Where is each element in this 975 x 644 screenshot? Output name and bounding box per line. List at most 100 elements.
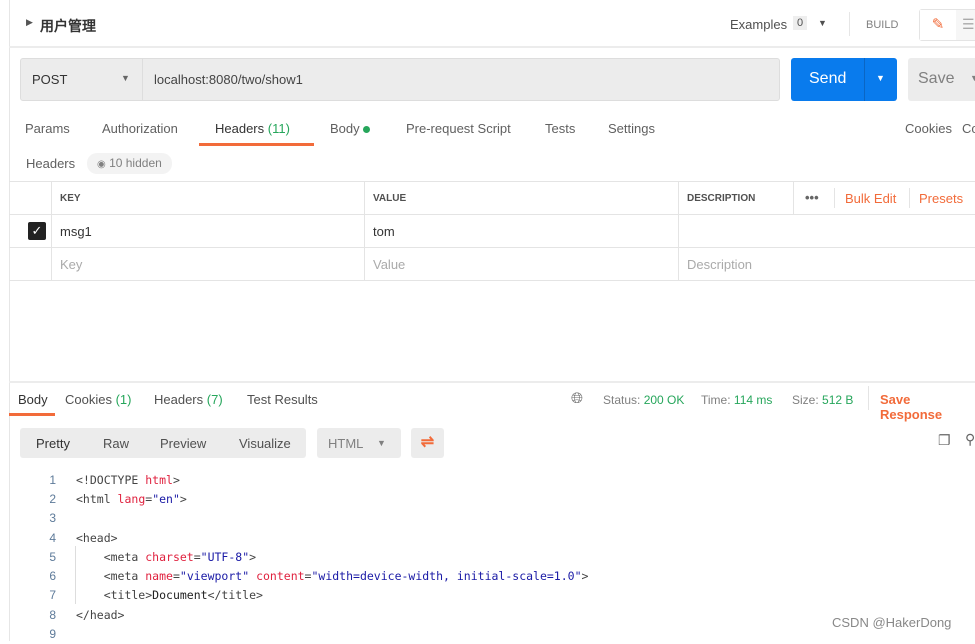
time-value: 114 ms xyxy=(733,393,773,407)
copy-icon[interactable]: ❐ xyxy=(938,432,951,449)
code-token: Document xyxy=(152,588,208,603)
examples-dropdown-icon[interactable]: ▼ xyxy=(818,18,827,28)
label: Cookies xyxy=(65,392,112,407)
code-token: name xyxy=(145,569,173,584)
tab-params[interactable]: Params xyxy=(25,121,70,136)
status-info: Status: 200 OK xyxy=(603,393,684,407)
collection-title[interactable]: 用户管理 xyxy=(40,16,96,36)
key-cell[interactable]: msg1 xyxy=(52,215,365,247)
row-checkbox[interactable]: ✓ xyxy=(9,215,52,247)
save-dropdown-icon[interactable]: ▼ xyxy=(970,73,975,83)
tab-body-label: Body xyxy=(330,121,360,136)
tab-headers[interactable]: Headers (11) xyxy=(215,121,290,136)
build-label[interactable]: BUILD xyxy=(866,19,898,31)
time-info: Time: 114 ms xyxy=(701,393,772,407)
tab-headers-label: Headers xyxy=(215,121,265,136)
key-placeholder[interactable]: Key xyxy=(52,248,365,280)
code-link[interactable]: Co xyxy=(962,121,975,136)
size-value: 512 B xyxy=(822,393,854,407)
more-icon[interactable]: ••• xyxy=(805,190,819,205)
view-visualize[interactable]: Visualize xyxy=(239,436,291,451)
line-number: 5 xyxy=(49,549,56,564)
view-raw[interactable]: Raw xyxy=(103,436,129,451)
pencil-icon[interactable]: ✎ xyxy=(920,10,956,40)
code-token: "UTF-8" xyxy=(200,549,250,564)
headers-section-label: Headers xyxy=(26,156,76,171)
format-select[interactable]: HTML ▼ xyxy=(317,428,401,458)
response-tab-cookies[interactable]: Cookies (1) xyxy=(65,392,131,407)
size-info: Size: 512 B xyxy=(792,393,853,407)
code-line: 7 <title> Document </title> xyxy=(20,586,588,605)
tab-headers-count: (11) xyxy=(267,121,290,136)
mode-toggle[interactable]: ✎ ☰ xyxy=(919,9,975,41)
value-cell[interactable]: tom xyxy=(365,215,679,247)
code-line: 8 </head> xyxy=(20,605,588,624)
response-tab-body[interactable]: Body xyxy=(18,392,48,407)
code-token: lang xyxy=(117,491,146,506)
send-dropdown-icon[interactable]: ▼ xyxy=(876,73,885,83)
examples-count: 0 xyxy=(793,16,808,30)
tab-authorization[interactable]: Authorization xyxy=(102,121,178,136)
code-token: = xyxy=(193,549,201,564)
wrap-lines-icon[interactable]: ⇌ xyxy=(411,428,444,458)
code-token: <title> xyxy=(76,588,153,603)
line-number: 4 xyxy=(49,530,56,545)
description-cell[interactable] xyxy=(679,215,975,247)
search-icon[interactable]: ⚲ xyxy=(965,431,975,448)
code-token: <head> xyxy=(76,530,118,545)
response-tab-test-results[interactable]: Test Results xyxy=(247,392,318,407)
bulk-edit-link[interactable]: Bulk Edit xyxy=(845,191,896,206)
label: Headers xyxy=(154,392,204,407)
code-token: html xyxy=(145,472,173,487)
line-number: 8 xyxy=(49,607,56,622)
tab-settings[interactable]: Settings xyxy=(608,121,655,136)
view-mode-group: Pretty Raw Preview Visualize xyxy=(20,428,306,458)
line-number: 7 xyxy=(49,588,56,603)
comment-icon[interactable]: ☰ xyxy=(962,16,975,33)
view-pretty[interactable]: Pretty xyxy=(36,436,70,451)
caret-right-icon[interactable]: ▶ xyxy=(26,17,33,28)
status-label: Status: xyxy=(603,393,641,407)
code-token: <meta xyxy=(76,569,146,584)
url-input[interactable]: localhost:8080/two/show1 xyxy=(154,72,303,87)
code-token: </title> xyxy=(207,588,263,603)
code-token: "en" xyxy=(152,491,180,506)
column-value: VALUE xyxy=(365,182,679,214)
code-line: 2 <html lang = "en" > xyxy=(20,489,588,508)
chevron-down-icon: ▼ xyxy=(121,73,130,83)
line-number: 2 xyxy=(49,491,56,506)
tab-body[interactable]: Body xyxy=(330,121,371,136)
watermark: CSDN @HakerDong xyxy=(832,615,952,630)
code-token: > xyxy=(581,569,589,584)
line-number: 9 xyxy=(49,627,56,642)
response-tab-headers[interactable]: Headers (7) xyxy=(154,392,223,407)
code-token: <meta xyxy=(76,549,146,564)
line-number: 3 xyxy=(49,511,56,526)
response-body-code[interactable]: 1 < !DOCTYPE html >2 <html lang = "en" >3 4 <head… xyxy=(20,470,588,644)
examples-label[interactable]: Examples xyxy=(730,17,787,32)
hidden-headers-toggle[interactable]: ◉ 10 hidden xyxy=(87,153,172,174)
code-line: 3 xyxy=(20,509,588,528)
value-placeholder[interactable]: Value xyxy=(365,248,679,280)
globe-icon[interactable]: 🌐︎ xyxy=(571,390,583,407)
cookies-link[interactable]: Cookies xyxy=(905,121,952,136)
size-label: Size: xyxy=(792,393,819,407)
code-token: !DOCTYPE xyxy=(82,472,146,487)
presets-link[interactable]: Presets xyxy=(919,191,963,206)
tab-pre-request-script[interactable]: Pre-request Script xyxy=(406,121,511,136)
view-preview[interactable]: Preview xyxy=(160,436,206,451)
send-button[interactable]: Send ▼ xyxy=(791,58,897,101)
chevron-down-icon: ▼ xyxy=(377,438,386,448)
code-token: > xyxy=(249,549,257,564)
column-description: DESCRIPTION xyxy=(679,182,794,214)
pane-divider[interactable] xyxy=(9,381,975,383)
method-select[interactable]: POST ▼ xyxy=(21,59,143,100)
code-line: 4 <head> xyxy=(20,528,588,547)
description-placeholder[interactable]: Description xyxy=(679,248,975,280)
count: (1) xyxy=(115,392,132,407)
tab-tests[interactable]: Tests xyxy=(545,121,575,136)
code-token: "viewport" xyxy=(179,569,250,584)
save-button[interactable]: Save ▼ xyxy=(908,58,975,101)
save-response-button[interactable]: Save Response xyxy=(880,392,975,422)
